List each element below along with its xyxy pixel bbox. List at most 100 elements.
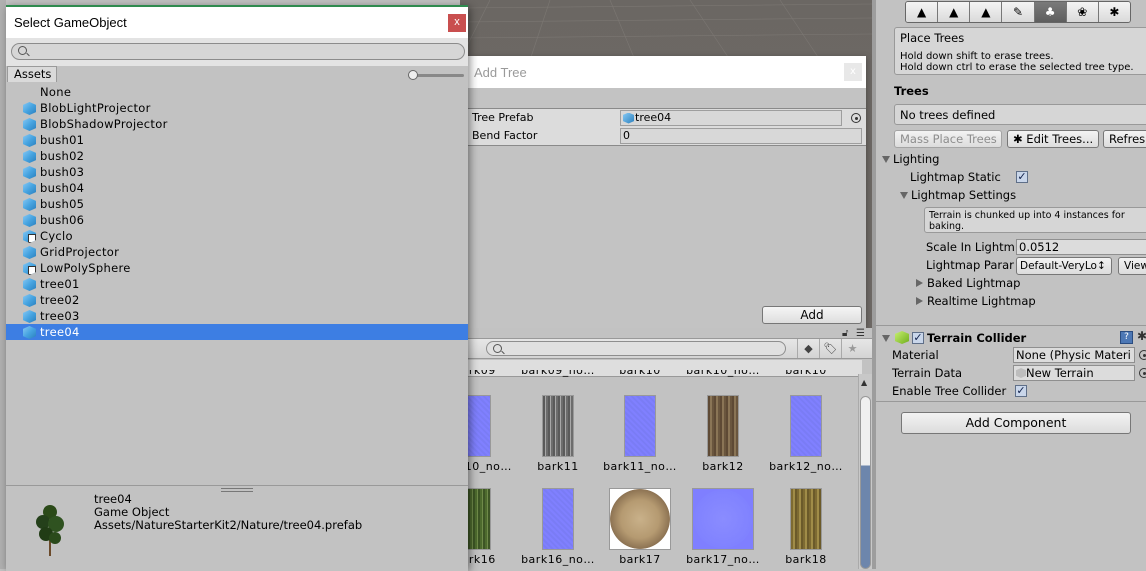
project-scrollbar[interactable]: ▲ (858, 374, 872, 569)
component-settings-gear-icon[interactable]: ✱ (1137, 329, 1146, 343)
add-tree-titlebar: Add Tree (468, 56, 866, 88)
view-button[interactable]: View (1118, 257, 1146, 275)
add-button[interactable]: Add (762, 306, 862, 324)
preview-area: tree04 Game Object Assets/NatureStarterK… (6, 485, 468, 571)
lightmap-parameters-dropdown[interactable]: Default-VeryLo↕ (1016, 257, 1112, 275)
asset-name: bark10_no… (460, 460, 512, 473)
filter-by-type-icon[interactable]: ◆ (797, 339, 819, 358)
resize-grip[interactable] (221, 488, 253, 492)
slider-track (414, 74, 464, 77)
asset-item[interactable]: bark17 (599, 488, 681, 566)
bend-factor-row: Bend Factor 0 (468, 127, 866, 145)
list-item[interactable]: bush04 (6, 180, 468, 196)
foldout-open-icon (900, 192, 908, 199)
asset-name: bark10 (785, 370, 827, 377)
help-icon[interactable]: ? (1120, 331, 1133, 344)
list-item[interactable]: bush05 (6, 196, 468, 212)
project-asset-grid: bark09 bark09_no… bark10 bark10_no… bark10 ba… (460, 370, 860, 569)
chunk-info-box: Terrain is chunked up into 4 instances f… (924, 207, 1146, 233)
trees-header: Trees (894, 84, 929, 98)
object-search-input[interactable] (11, 43, 465, 60)
asset-item[interactable]: bark12_no… (765, 395, 847, 473)
scale-in-lightmap-input[interactable]: 0.0512 (1016, 239, 1146, 255)
filter-by-label-icon[interactable]: 🏷︎ (819, 339, 841, 358)
list-item[interactable]: tree04 (6, 324, 468, 340)
add-tree-title: Add Tree (474, 64, 527, 80)
list-item-label: bush04 (40, 181, 85, 195)
asset-item[interactable]: bark09_no… (517, 370, 599, 377)
add-tree-close-button[interactable]: x (844, 63, 862, 81)
tool-paint-texture[interactable]: ✎ (1002, 2, 1035, 22)
object-picker-icon[interactable] (1139, 350, 1146, 360)
prefab-icon (23, 326, 36, 339)
asset-item[interactable]: bark11_no… (599, 395, 681, 473)
prefab-icon (23, 198, 36, 211)
realtime-lightmap-foldout[interactable]: Realtime Lightmap (916, 294, 1036, 308)
edit-trees-button[interactable]: ✱ Edit Trees... (1007, 130, 1099, 148)
lightmap-settings-foldout[interactable]: Lightmap Settings (900, 188, 1016, 202)
tool-paint-details[interactable]: ❀ (1066, 2, 1099, 22)
terrain-collider-enabled-checkbox[interactable]: ✓ (912, 332, 924, 344)
tool-paint-height[interactable]: ▲ (938, 2, 971, 22)
terrain-data-field[interactable]: New Terrain (1013, 365, 1135, 381)
terrain-collider-header[interactable] (882, 331, 893, 345)
list-item[interactable]: tree01 (6, 276, 468, 292)
place-trees-help-box: Place Trees Hold down shift to erase tre… (894, 27, 1146, 75)
enable-tree-collider-checkbox[interactable]: ✓ (1015, 385, 1027, 397)
list-item[interactable]: bush01 (6, 132, 468, 148)
list-item-label: bush01 (40, 133, 85, 147)
paint-height-icon: ▲ (949, 5, 959, 19)
tree-prefab-field[interactable]: tree04 (620, 110, 842, 126)
bend-factor-input[interactable]: 0 (620, 128, 862, 144)
asset-item[interactable]: bark18 (765, 488, 847, 566)
list-item[interactable]: LowPolySphere (6, 260, 468, 276)
list-item[interactable]: bush02 (6, 148, 468, 164)
add-component-button[interactable]: Add Component (901, 412, 1131, 434)
prefab-icon (23, 134, 36, 147)
asset-item[interactable]: bark16_no… (517, 488, 599, 566)
list-item[interactable]: BlobLightProjector (6, 100, 468, 116)
scrollbar-thumb[interactable] (860, 396, 871, 569)
asset-item[interactable]: bark10 (765, 370, 847, 377)
object-picker-icon[interactable] (851, 113, 861, 123)
favorite-star-icon[interactable]: ★ (841, 339, 863, 358)
list-item[interactable]: BlobShadowProjector (6, 116, 468, 132)
asset-item[interactable]: bark17_no… (682, 488, 764, 566)
list-item-label: LowPolySphere (40, 261, 131, 275)
baked-lightmap-foldout[interactable]: Baked Lightmap (916, 276, 1020, 290)
refresh-button[interactable]: Refresh (1103, 130, 1146, 148)
tool-smooth-height[interactable]: ▲ (970, 2, 1003, 22)
list-item[interactable]: None (6, 84, 468, 100)
list-item-label: tree01 (40, 277, 80, 291)
list-item[interactable]: GridProjector (6, 244, 468, 260)
tab-assets[interactable]: Assets (7, 66, 57, 82)
close-button[interactable]: x (448, 14, 466, 32)
asset-item[interactable]: bark09 (460, 370, 516, 377)
project-search-input[interactable] (486, 341, 786, 356)
mass-place-trees-button[interactable]: Mass Place Trees (894, 130, 1002, 148)
list-item[interactable]: Cyclo (6, 228, 468, 244)
asset-item[interactable]: bark16 (460, 488, 516, 566)
list-item[interactable]: bush03 (6, 164, 468, 180)
tool-place-trees[interactable]: ♣ (1034, 2, 1067, 22)
texture-thumbnail (692, 488, 754, 550)
slider-knob[interactable] (408, 70, 418, 80)
asset-item[interactable]: bark10 (599, 370, 681, 377)
list-item[interactable]: bush06 (6, 212, 468, 228)
material-field[interactable]: None (Physic Materi (1013, 347, 1135, 363)
lighting-foldout[interactable]: Lighting (882, 152, 939, 166)
tool-terrain-settings[interactable]: ✱ (1098, 2, 1130, 22)
asset-item[interactable]: bark10_no… (460, 395, 516, 473)
asset-item[interactable]: bark10_no… (682, 370, 764, 377)
tool-raise-lower-terrain[interactable]: ▲ (906, 2, 939, 22)
scroll-up-icon[interactable]: ▲ (861, 378, 867, 387)
object-picker-icon[interactable] (1139, 368, 1146, 378)
list-item[interactable]: tree02 (6, 292, 468, 308)
list-item[interactable]: tree03 (6, 308, 468, 324)
select-gameobject-window: Select GameObject x Assets None BlobLight… (6, 5, 468, 571)
asset-item[interactable]: bark12 (682, 395, 764, 473)
lightmap-static-checkbox[interactable]: ✓ (1016, 171, 1028, 183)
icon-size-slider[interactable] (408, 70, 464, 80)
asset-item[interactable]: bark11 (517, 395, 599, 473)
raise-lower-terrain-icon: ▲ (916, 5, 927, 19)
